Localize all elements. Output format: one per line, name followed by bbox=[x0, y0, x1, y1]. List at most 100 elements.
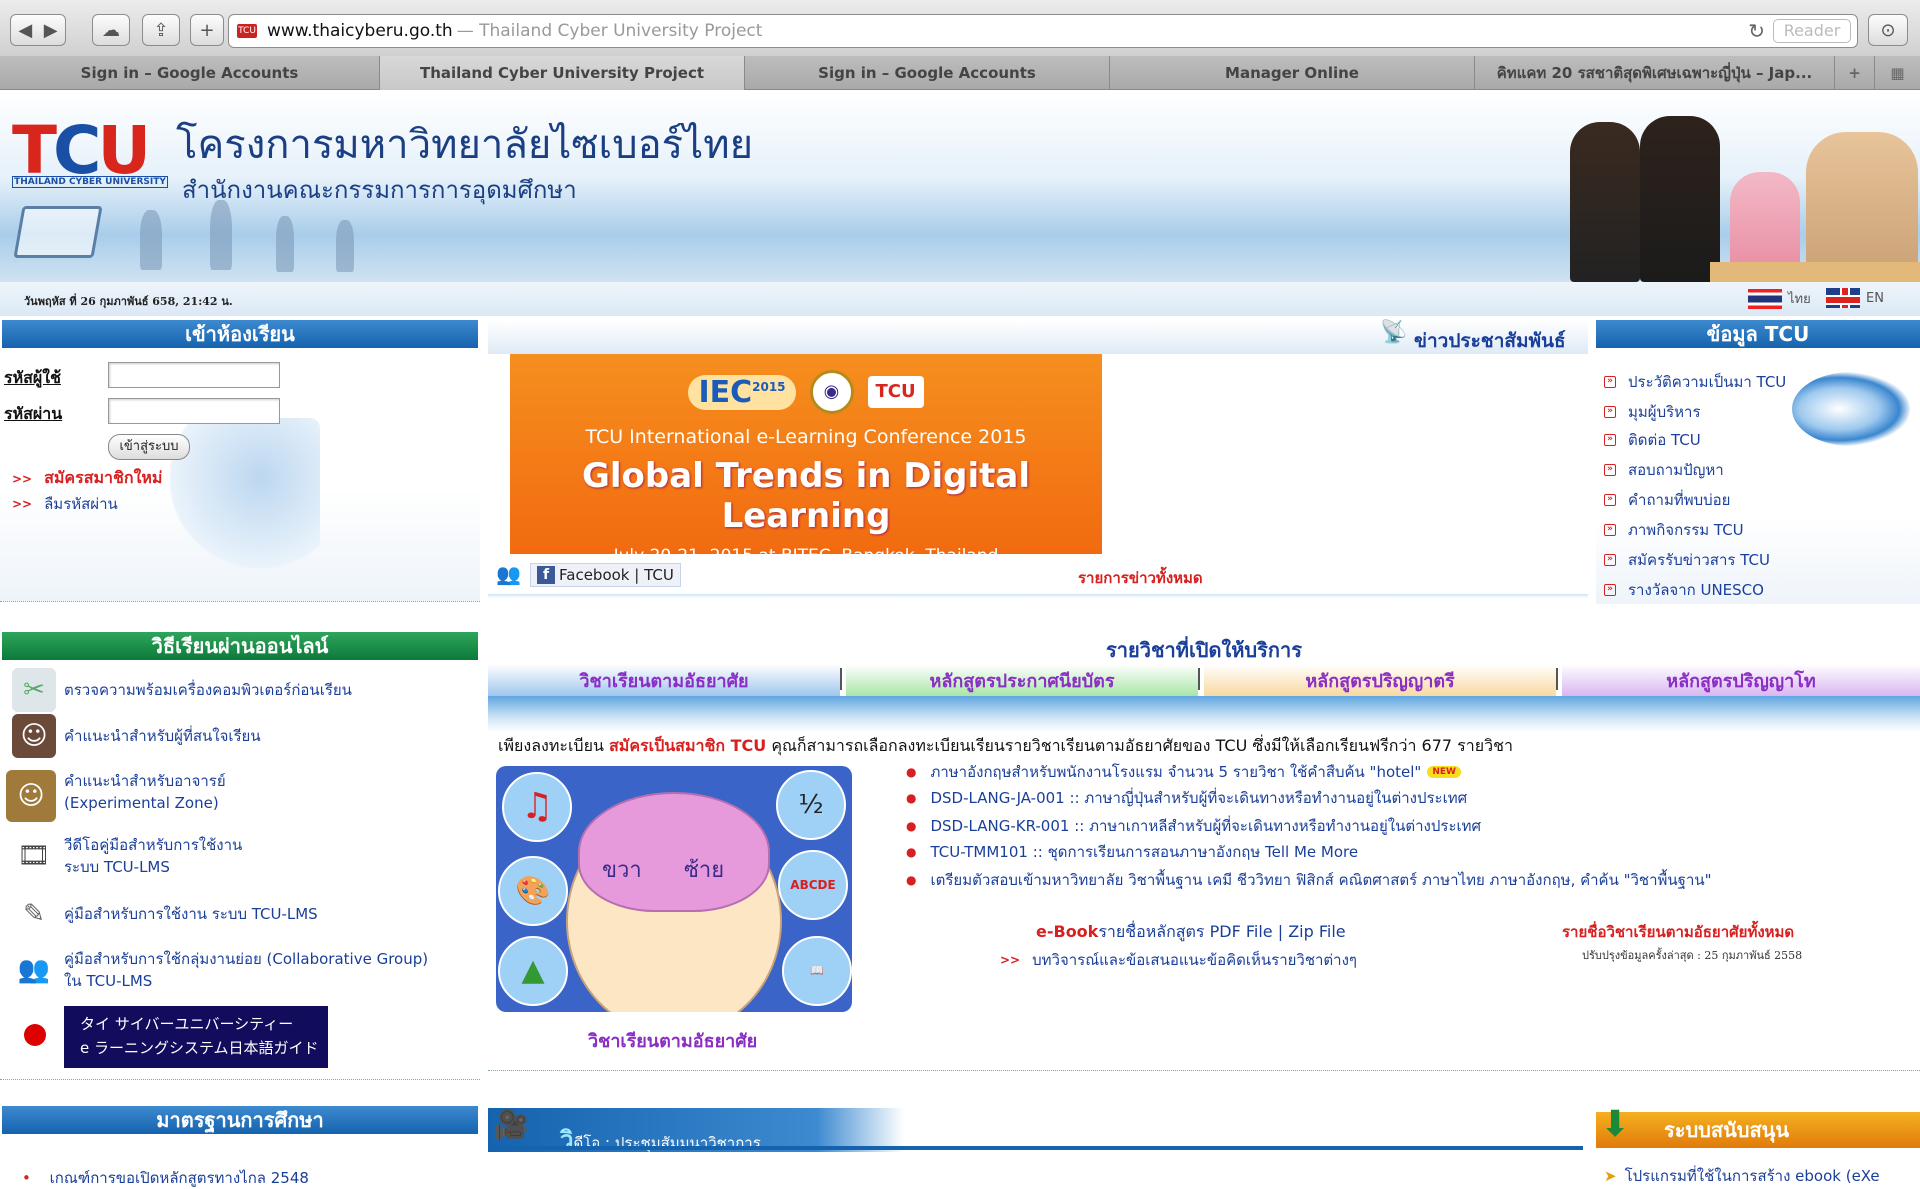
course-item-korean[interactable]: ● DSD-LANG-KR-001 :: ภาษาเกาหลีสำหรับผู้… bbox=[906, 814, 1481, 838]
ebook-course-list[interactable]: e-Bookรายชื่อหลักสูตร PDF File | Zip Fil… bbox=[1036, 920, 1346, 945]
all-self-paced-courses-link[interactable]: รายชื่อวิชาเรียนตามอัธยาศัยทั้งหมด bbox=[1562, 920, 1794, 944]
online-item-label: วีดีโอคู่มือสำหรับการใช้งาน bbox=[64, 836, 243, 854]
self-paced-illustration[interactable]: ขวา ซ้าย ♫ ½ ABCDE 🎨 ▲ 📖 bbox=[496, 766, 852, 1012]
online-item-video-manual[interactable]: 🎞 วีดีโอคู่มือสำหรับการใช้งาน ระบบ TCU-L… bbox=[12, 834, 242, 878]
register-link[interactable]: >> สมัครสมาชิกใหม่ bbox=[12, 466, 162, 491]
course-review-link[interactable]: >> บทวิจารณ์และข้อเสนอแนะข้อคิดเห็นรายวิ… bbox=[1000, 948, 1357, 972]
download-icon: ⊙ bbox=[1880, 19, 1896, 41]
back-forward-buttons[interactable]: ◀ ▶ bbox=[10, 14, 66, 46]
info-item-label: รางวัลจาก UNESCO bbox=[1628, 581, 1764, 599]
language-english-link[interactable]: EN bbox=[1826, 288, 1884, 308]
reader-button[interactable]: Reader bbox=[1773, 19, 1851, 43]
online-item-label: ตรวจความพร้อมเครื่องคอมพิวเตอร์ก่อนเรียน bbox=[64, 681, 352, 699]
forward-icon[interactable]: ▶ bbox=[44, 20, 58, 41]
online-item-label: คู่มือสำหรับการใช้งาน ระบบ TCU-LMS bbox=[64, 905, 318, 923]
share-button[interactable]: ⇪ bbox=[142, 14, 180, 46]
info-item-label: สอบถามปัญหา bbox=[1628, 461, 1724, 479]
reload-icon[interactable]: ↻ bbox=[1748, 19, 1765, 43]
silhouette-decoration bbox=[140, 210, 162, 270]
course-item-tell-me-more[interactable]: ● TCU-TMM101 :: ชุดการเรียนการสอนภาษาอัง… bbox=[906, 840, 1358, 864]
university-seal-icon: ◉ bbox=[809, 370, 854, 414]
favicon-icon: TCU bbox=[237, 24, 257, 38]
laptop-icon bbox=[13, 206, 103, 258]
standard-item-label: เกณฑ์การขอเปิดหลักสูตรทางไกล 2548 bbox=[49, 1169, 309, 1187]
tab-certificate[interactable]: หลักสูตรประกาศนียบัตร bbox=[846, 664, 1198, 696]
uk-flag-icon bbox=[1826, 288, 1860, 308]
tab-sign-in-google-2[interactable]: Sign in – Google Accounts bbox=[745, 56, 1110, 90]
add-tab-icon[interactable]: + bbox=[1835, 56, 1875, 90]
forgot-password-link[interactable]: >> ลืมรหัสผ่าน bbox=[12, 492, 118, 516]
online-item-collab-group[interactable]: 👥 คู่มือสำหรับการใช้กลุ่มงานย่อย (Collab… bbox=[12, 948, 428, 992]
film-reel-icon: 🎞 bbox=[12, 834, 56, 878]
online-item-check-computer[interactable]: ✂ ตรวจความพร้อมเครื่องคอมพิวเตอร์ก่อนเรี… bbox=[12, 668, 352, 712]
login-heading: เข้าห้องเรียน bbox=[2, 320, 478, 348]
tab-manager-online[interactable]: Manager Online bbox=[1110, 56, 1475, 90]
facebook-row: 👥 f Facebook | TCU bbox=[496, 562, 681, 588]
news-divider bbox=[488, 594, 1588, 598]
username-input[interactable] bbox=[108, 362, 280, 388]
student-photo-icon: ☺ bbox=[12, 714, 56, 758]
course-item-japanese[interactable]: ● DSD-LANG-JA-001 :: ภาษาญี่ปุ่นสำหรับผู… bbox=[906, 786, 1467, 810]
course-item-label: DSD-LANG-JA-001 :: ภาษาญี่ปุ่นสำหรับผู้ท… bbox=[930, 789, 1468, 807]
tab-separator bbox=[1556, 668, 1558, 690]
address-bar[interactable]: TCU www.thaicyberu.go.th — Thailand Cybe… bbox=[228, 14, 1858, 48]
intro-text: เพียงลงทะเบียน bbox=[498, 736, 604, 755]
new-tab-button[interactable]: + bbox=[190, 14, 224, 46]
site-subtitle: สำนักงานคณะกรรมการการอุดมศึกษา bbox=[182, 176, 577, 204]
fraction-icon: ½ bbox=[776, 770, 846, 840]
info-item-label: มุมผู้บริหาร bbox=[1628, 403, 1701, 421]
self-paced-label[interactable]: วิชาเรียนตามอัธยาศัย bbox=[588, 1026, 757, 1055]
tab-master[interactable]: หลักสูตรปริญญาโท bbox=[1562, 664, 1920, 696]
video-section-title[interactable]: วิดีโอ : ประชุมสัมมนาวิชาการ bbox=[560, 1120, 761, 1159]
tab-kitkat[interactable]: คิทแคท 20 รสชาติสุดพิเศษเฉพาะญี่ปุ่น – J… bbox=[1475, 56, 1835, 90]
info-item-contact[interactable]: » ติดต่อ TCU bbox=[1604, 428, 1701, 452]
tab-sign-in-google-1[interactable]: Sign in – Google Accounts bbox=[0, 56, 380, 90]
tcu-logo[interactable]: TCU bbox=[12, 118, 151, 184]
tab-overview-icon[interactable]: ▦ bbox=[1875, 56, 1920, 90]
japanese-guide-banner[interactable]: タイ サイバーユニバーシティー e ラーニングシステム日本語ガイド bbox=[64, 1006, 328, 1068]
back-icon[interactable]: ◀ bbox=[18, 20, 32, 41]
info-item-activities[interactable]: » ภาพกิจกรรม TCU bbox=[1604, 518, 1744, 542]
intro-register-link[interactable]: สมัครเป็นสมาชิก TCU bbox=[609, 736, 766, 755]
register-label: สมัครสมาชิกใหม่ bbox=[44, 468, 163, 487]
courses-divider bbox=[488, 1070, 1920, 1071]
facebook-icon: f bbox=[537, 566, 555, 584]
forgot-password-label: ลืมรหัสผ่าน bbox=[44, 495, 118, 513]
info-item-unesco[interactable]: » รางวัลจาก UNESCO bbox=[1604, 578, 1764, 602]
online-item-lms-manual[interactable]: ✎ คู่มือสำหรับการใช้งาน ระบบ TCU-LMS bbox=[12, 892, 318, 936]
music-note-icon: ♫ bbox=[502, 772, 572, 842]
bullet-icon: ● bbox=[906, 765, 917, 779]
password-input[interactable] bbox=[108, 398, 280, 424]
info-item-faq[interactable]: » คำถามที่พบบ่อย bbox=[1604, 488, 1730, 512]
course-review-label: บทวิจารณ์และข้อเสนอแนะข้อคิดเห็นรายวิชาต… bbox=[1032, 951, 1357, 969]
tab-separator bbox=[840, 668, 842, 690]
course-item-entrance-prep[interactable]: ● เตรียมตัวสอบเข้ามหาวิทยาลัย วิชาพื้นฐา… bbox=[906, 868, 1712, 892]
arrow-box-icon: » bbox=[1604, 464, 1616, 476]
book-icon: 📖 bbox=[782, 936, 852, 1006]
conference-banner[interactable]: IEC2015 ◉ TCU TCU International e-Learni… bbox=[510, 354, 1102, 566]
login-button[interactable]: เข้าสู่ระบบ bbox=[108, 434, 190, 460]
tab-thailand-cyber-university[interactable]: Thailand Cyber University Project bbox=[380, 56, 745, 90]
facebook-link[interactable]: f Facebook | TCU bbox=[530, 563, 681, 587]
online-item-student-guide[interactable]: ☺ คำแนะนำสำหรับผู้ที่สนใจเรียน bbox=[12, 714, 261, 758]
course-item-hotel-english[interactable]: ● ภาษาอังกฤษสำหรับพนักงานโรงแรม จำนวน 5 … bbox=[906, 760, 1461, 784]
icloud-tabs-button[interactable]: ☁ bbox=[92, 14, 130, 46]
program-icon: ➤ bbox=[1604, 1167, 1617, 1185]
info-item-questions[interactable]: » สอบถามปัญหา bbox=[1604, 458, 1724, 482]
arrow-box-icon: » bbox=[1604, 524, 1616, 536]
standard-item-link[interactable]: • เกณฑ์การขอเปิดหลักสูตรทางไกล 2548 bbox=[22, 1166, 309, 1189]
language-thai-link[interactable]: ไทย bbox=[1748, 288, 1811, 309]
arrow-box-icon: » bbox=[1604, 434, 1616, 446]
tab-bachelor[interactable]: หลักสูตรปริญญาตรี bbox=[1204, 664, 1556, 696]
info-item-executives[interactable]: » มุมผู้บริหาร bbox=[1604, 400, 1701, 424]
tab-self-paced[interactable]: วิชาเรียนตามอัธยาศัย bbox=[488, 664, 840, 696]
support-item-link[interactable]: ➤ โปรแกรมที่ใช้ในการสร้าง ebook (eXe bbox=[1604, 1164, 1880, 1188]
downloads-button[interactable]: ⊙ bbox=[1868, 14, 1908, 46]
tcu-info-heading: ข้อมูล TCU bbox=[1596, 320, 1920, 348]
info-item-history[interactable]: » ประวัติความเป็นมา TCU bbox=[1604, 370, 1786, 394]
arrow-icon: >> bbox=[12, 471, 33, 486]
info-item-newsletter[interactable]: » สมัครรับข่าวสาร TCU bbox=[1604, 548, 1770, 572]
silhouette-decoration bbox=[210, 200, 232, 270]
all-news-link[interactable]: รายการข่าวทั้งหมด bbox=[1078, 566, 1203, 590]
online-item-teacher-guide[interactable]: ☺ คำแนะนำสำหรับอาจารย์ (Experimental Zon… bbox=[6, 770, 226, 822]
